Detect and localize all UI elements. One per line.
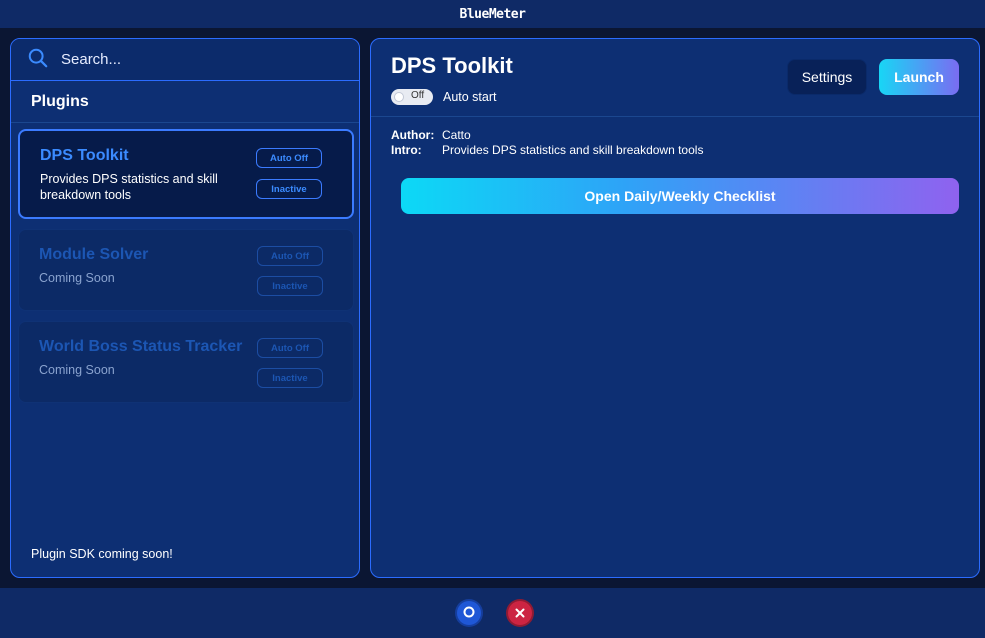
detail-header: DPS Toolkit Off Auto start Settings Laun… bbox=[371, 39, 979, 117]
ring-icon bbox=[462, 604, 476, 623]
plugin-description: Provides DPS statistics and skill breakd… bbox=[40, 172, 218, 202]
plugin-list-panel: Plugins DPS Toolkit Provides DPS statist… bbox=[10, 38, 360, 578]
toggle-state-label: Off bbox=[411, 90, 425, 101]
plugin-card-world-boss-status-tracker[interactable]: World Boss Status Tracker Coming Soon Au… bbox=[18, 321, 354, 403]
auto-start-row: Off Auto start bbox=[391, 89, 497, 105]
status-badge: Inactive bbox=[257, 276, 323, 296]
close-button[interactable] bbox=[508, 601, 532, 625]
plugin-card-module-solver[interactable]: Module Solver Coming Soon Auto Off Inact… bbox=[18, 229, 354, 311]
app-logo: BlueMeter bbox=[459, 6, 526, 22]
toggle-knob bbox=[394, 92, 404, 102]
search-input[interactable] bbox=[61, 51, 321, 68]
intro-value: Provides DPS statistics and skill breakd… bbox=[442, 143, 704, 157]
plugin-description: Coming Soon bbox=[39, 271, 115, 285]
plugin-detail-panel: DPS Toolkit Off Auto start Settings Laun… bbox=[370, 38, 980, 578]
search-icon bbox=[27, 47, 49, 73]
auto-start-toggle[interactable]: Off bbox=[391, 89, 433, 105]
main-area: Plugins DPS Toolkit Provides DPS statist… bbox=[0, 28, 985, 588]
auto-start-badge: Auto Off bbox=[257, 338, 323, 358]
author-key: Author: bbox=[391, 128, 435, 142]
plugin-card-dps-toolkit[interactable]: DPS Toolkit Provides DPS statistics and … bbox=[18, 129, 354, 219]
plugin-meta: Author: Catto Intro: Provides DPS statis… bbox=[391, 128, 703, 158]
status-badge: Inactive bbox=[257, 368, 323, 388]
auto-start-label: Auto start bbox=[443, 90, 497, 104]
title-bar: BlueMeter bbox=[0, 0, 985, 28]
plugin-title: DPS Toolkit bbox=[391, 53, 513, 78]
intro-key: Intro: bbox=[391, 143, 422, 157]
refresh-button[interactable] bbox=[457, 601, 481, 625]
launch-button[interactable]: Launch bbox=[879, 59, 959, 95]
open-checklist-button[interactable]: Open Daily/Weekly Checklist bbox=[401, 178, 959, 214]
bottom-bar bbox=[0, 588, 985, 638]
status-badge: Inactive bbox=[256, 179, 322, 199]
auto-start-badge: Auto Off bbox=[257, 246, 323, 266]
close-icon bbox=[514, 604, 526, 623]
author-value: Catto bbox=[442, 128, 471, 142]
auto-start-badge: Auto Off bbox=[256, 148, 322, 168]
settings-button[interactable]: Settings bbox=[787, 59, 867, 95]
plugin-description: Coming Soon bbox=[39, 363, 115, 377]
sdk-note: Plugin SDK coming soon! bbox=[31, 547, 173, 561]
search-bar bbox=[11, 39, 359, 81]
plugins-heading: Plugins bbox=[11, 81, 359, 123]
